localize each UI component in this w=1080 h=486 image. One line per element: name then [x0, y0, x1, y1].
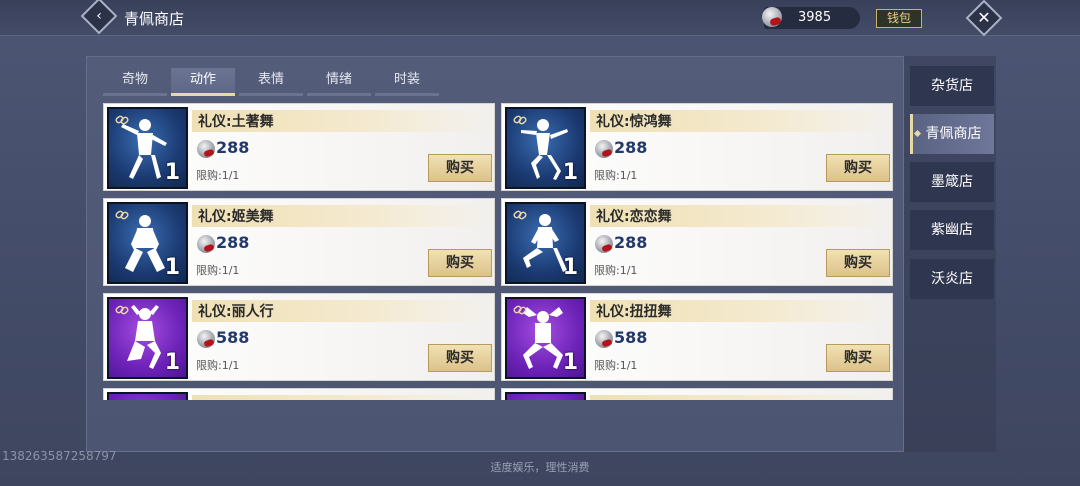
page-title: 青佩商店: [124, 10, 185, 28]
item-card[interactable]: 1 礼仪:姬美舞 288 限购:1/1 购买: [103, 198, 495, 286]
item-name: 礼仪:土著舞: [198, 114, 274, 130]
shop-sidebar: 杂货店 青佩商店 墨箴店 紫幽店 沃炎店: [904, 56, 996, 452]
buy-button[interactable]: 购买: [428, 154, 492, 182]
tab-qingxu[interactable]: 情绪: [307, 68, 371, 96]
item-name: 礼仪:恋恋舞: [596, 209, 672, 225]
link-icon: [513, 210, 527, 220]
sidebar-item-mozhen[interactable]: 墨箴店: [910, 162, 994, 202]
close-icon: ✕: [977, 8, 991, 27]
link-icon: [115, 115, 129, 125]
buy-button[interactable]: 购买: [826, 249, 890, 277]
wallet-button[interactable]: 钱包: [876, 9, 922, 28]
item-thumbnail: 1: [107, 107, 188, 189]
silver-coin-icon: [197, 235, 215, 253]
purchase-limit: 限购:1/1: [594, 169, 638, 182]
link-icon: [513, 305, 527, 315]
sidebar-item-woyan[interactable]: 沃炎店: [910, 259, 994, 299]
tab-qiwu[interactable]: 奇物: [103, 68, 167, 96]
item-price: 588: [216, 328, 250, 347]
footer-note: 适度娱乐，理性消费: [490, 461, 590, 474]
item-thumbnail: 1: [505, 297, 586, 379]
silver-coin-icon: [762, 7, 782, 27]
item-card[interactable]: 1 礼仪:恋恋舞 288 限购:1/1 购买: [501, 198, 893, 286]
sidebar-item-ziyou[interactable]: 紫幽店: [910, 210, 994, 250]
item-thumbnail: 1: [505, 107, 586, 189]
item-thumbnail: [107, 392, 188, 400]
item-card[interactable]: 1 礼仪:土著舞 288 限购:1/1 购买: [103, 103, 495, 191]
item-quantity: 1: [562, 350, 578, 375]
currency-display: 3985: [762, 7, 860, 29]
item-quantity: 1: [562, 160, 578, 185]
item-name: 礼仪:姬美舞: [198, 209, 274, 225]
silver-coin-icon: [595, 140, 613, 158]
top-bar: ‹ 青佩商店 3985 钱包 ✕: [0, 0, 1080, 37]
item-price: 288: [216, 138, 250, 157]
silver-coin-icon: [197, 140, 215, 158]
sidebar-item-qingpei[interactable]: 青佩商店: [910, 114, 994, 154]
purchase-limit: 限购:1/1: [594, 359, 638, 372]
item-card[interactable]: 1 礼仪:丽人行 588 限购:1/1 购买: [103, 293, 495, 381]
item-card[interactable]: 1 礼仪:扭扭舞 588 限购:1/1 购买: [501, 293, 893, 381]
purchase-limit: 限购:1/1: [594, 264, 638, 277]
item-quantity: 1: [164, 255, 180, 280]
purchase-limit: 限购:1/1: [196, 359, 240, 372]
tab-biaoqing[interactable]: 表情: [239, 68, 303, 96]
item-name-band: [192, 395, 492, 400]
buy-button[interactable]: 购买: [428, 249, 492, 277]
purchase-limit: 限购:1/1: [196, 264, 240, 277]
chevron-left-icon: ‹: [96, 8, 102, 24]
link-icon: [513, 115, 527, 125]
currency-amount: 3985: [798, 10, 832, 25]
item-quantity: 1: [164, 160, 180, 185]
item-card[interactable]: [103, 388, 495, 400]
sidebar-item-zahuodian[interactable]: 杂货店: [910, 66, 994, 106]
purchase-limit: 限购:1/1: [196, 169, 240, 182]
link-icon: [115, 305, 129, 315]
close-button[interactable]: ✕: [965, 0, 1003, 37]
buy-button[interactable]: 购买: [428, 344, 492, 372]
item-quantity: 1: [562, 255, 578, 280]
item-grid[interactable]: 1 礼仪:土著舞 288 限购:1/1 购买 1 礼仪:惊鸿舞 288 限购:1…: [100, 100, 900, 400]
item-name-band: [590, 395, 890, 400]
item-price: 588: [614, 328, 648, 347]
silver-coin-icon: [197, 330, 215, 348]
silver-coin-icon: [595, 330, 613, 348]
item-card[interactable]: 1 礼仪:惊鸿舞 288 限购:1/1 购买: [501, 103, 893, 191]
tab-dongzuo[interactable]: 动作: [171, 68, 235, 96]
item-quantity: 1: [164, 350, 180, 375]
silver-coin-icon: [595, 235, 613, 253]
item-price: 288: [614, 138, 648, 157]
item-card[interactable]: [501, 388, 893, 400]
buy-button[interactable]: 购买: [826, 344, 890, 372]
item-thumbnail: [505, 392, 586, 400]
item-thumbnail: 1: [505, 202, 586, 284]
buy-button[interactable]: 购买: [826, 154, 890, 182]
item-price: 288: [614, 233, 648, 252]
item-name: 礼仪:丽人行: [198, 304, 274, 320]
item-name: 礼仪:扭扭舞: [596, 304, 672, 320]
tab-shizhuang[interactable]: 时装: [375, 68, 439, 96]
item-price: 288: [216, 233, 250, 252]
item-name: 礼仪:惊鸿舞: [596, 114, 672, 130]
item-thumbnail: 1: [107, 202, 188, 284]
item-thumbnail: 1: [107, 297, 188, 379]
back-button[interactable]: ‹: [80, 0, 118, 35]
link-icon: [115, 210, 129, 220]
